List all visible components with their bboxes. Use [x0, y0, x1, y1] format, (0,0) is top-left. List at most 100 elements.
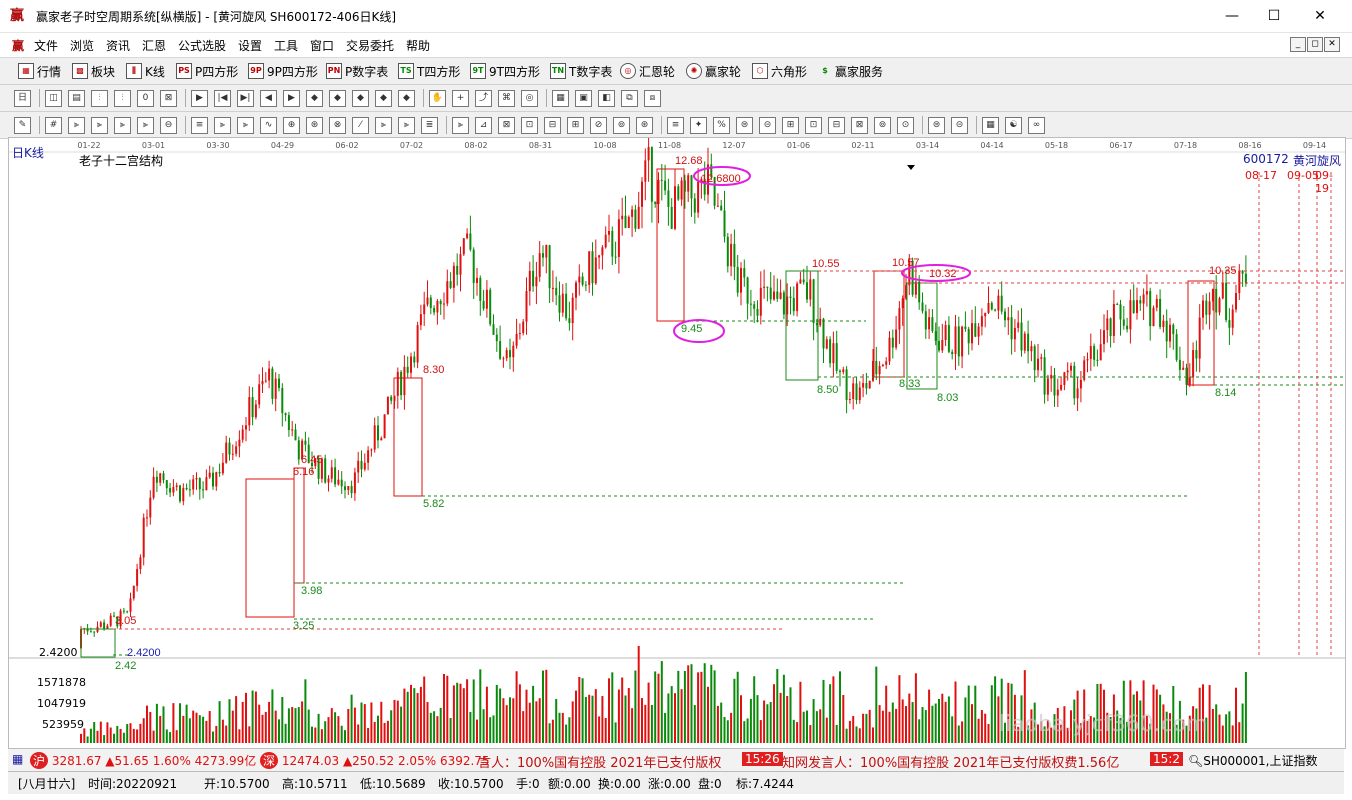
- tb-huien-wheel-button[interactable]: ◎ 汇恩轮: [620, 61, 675, 81]
- tool-33-icon[interactable]: ⊡: [805, 117, 822, 134]
- kline-chart[interactable]: 01-22 03-01 03-30 04-29 06-02 07-02 08-02 08-31…: [9, 138, 1345, 748]
- calendar-icon[interactable]: ▦: [552, 90, 569, 107]
- zigzag-icon[interactable]: ⤴: [475, 90, 492, 107]
- menu-info[interactable]: 资讯: [106, 37, 130, 54]
- tb-quotes-button[interactable]: ▦ 行情: [18, 61, 61, 81]
- bars2-icon[interactable]: ⫶: [114, 90, 131, 107]
- tool-29-icon[interactable]: %: [713, 117, 730, 134]
- tool-8-icon[interactable]: ⫸: [214, 117, 231, 134]
- copy-icon[interactable]: ⧉: [621, 90, 638, 107]
- tb-9tsquare-button[interactable]: 9T 9T四方形: [470, 61, 540, 81]
- command-icon[interactable]: ⌘: [498, 90, 515, 107]
- tool-14-icon[interactable]: ⁄: [352, 117, 369, 134]
- tool-20-icon[interactable]: ⊠: [498, 117, 515, 134]
- menu-tools[interactable]: 工具: [274, 37, 298, 54]
- diamond4-icon[interactable]: ◆: [375, 90, 392, 107]
- tool-15-icon[interactable]: ⫸: [375, 117, 392, 134]
- tool-9-icon[interactable]: ⫸: [237, 117, 254, 134]
- flag-icon[interactable]: ▶: [191, 90, 208, 107]
- tb-ptable-button[interactable]: PN P数字表: [326, 61, 388, 81]
- app-menu-icon[interactable]: 赢: [12, 37, 24, 54]
- mdi-minimize-button[interactable]: _: [1290, 37, 1306, 52]
- calc-icon[interactable]: ▣: [575, 90, 592, 107]
- minimize-button[interactable]: —: [1212, 4, 1252, 28]
- menu-trade[interactable]: 交易委托: [346, 37, 394, 54]
- tb-psquare-button[interactable]: PS P四方形: [176, 61, 238, 81]
- tool-1-icon[interactable]: #: [45, 117, 62, 134]
- tool-3-icon[interactable]: ⫸: [91, 117, 108, 134]
- last-icon[interactable]: ▶|: [237, 90, 254, 107]
- tool-18-icon[interactable]: ⫸: [452, 117, 469, 134]
- tool-36-icon[interactable]: ⊚: [874, 117, 891, 134]
- menu-browse[interactable]: 浏览: [70, 37, 94, 54]
- tool-19-icon[interactable]: ⊿: [475, 117, 492, 134]
- tool-27-icon[interactable]: ≡: [667, 117, 684, 134]
- tool-13-icon[interactable]: ⊗: [329, 117, 346, 134]
- tool-7-icon[interactable]: ≡: [191, 117, 208, 134]
- mdi-restore-button[interactable]: ◻: [1307, 37, 1323, 52]
- menu-huien[interactable]: 汇恩: [142, 37, 166, 54]
- mdi-close-button[interactable]: ✕: [1324, 37, 1340, 52]
- tool-38-icon[interactable]: ⊜: [928, 117, 945, 134]
- tool-37-icon[interactable]: ⊙: [897, 117, 914, 134]
- next-icon[interactable]: ▶: [283, 90, 300, 107]
- hand-icon[interactable]: ✋: [429, 90, 446, 107]
- diamond2-icon[interactable]: ◆: [329, 90, 346, 107]
- tb-winner-wheel-button[interactable]: ✺ 赢家轮: [686, 61, 741, 81]
- sz-index-block[interactable]: 深 12474.03 ▲250.52 2.05% 6392.75: [260, 752, 490, 769]
- draw-icon[interactable]: ◫: [45, 90, 62, 107]
- tool-42-icon[interactable]: ∞: [1028, 117, 1045, 134]
- tool-40-icon[interactable]: ▦: [982, 117, 999, 134]
- menu-window[interactable]: 窗口: [310, 37, 334, 54]
- prev-icon[interactable]: ◀: [260, 90, 277, 107]
- tb-hexagon-button[interactable]: ⬡ 六角形: [752, 61, 807, 81]
- tool-23-icon[interactable]: ⊞: [567, 117, 584, 134]
- menu-formula[interactable]: 公式选股: [178, 37, 226, 54]
- tool-11-icon[interactable]: ⊕: [283, 117, 300, 134]
- crosshair-icon[interactable]: +: [452, 90, 469, 107]
- tool-25-icon[interactable]: ⊚: [613, 117, 630, 134]
- tool-24-icon[interactable]: ⊘: [590, 117, 607, 134]
- save-icon[interactable]: ◧: [598, 90, 615, 107]
- tb-kline-button[interactable]: ⫼ K线: [126, 61, 165, 81]
- menu-grid-icon[interactable]: ▦: [12, 752, 23, 766]
- menu-help[interactable]: 帮助: [406, 37, 430, 54]
- tool-31-icon[interactable]: ⊝: [759, 117, 776, 134]
- diamond3-icon[interactable]: ◆: [352, 90, 369, 107]
- menu-file[interactable]: 文件: [34, 37, 58, 54]
- sh-index-block[interactable]: 沪 3281.67 ▲51.65 1.60% 4273.99亿: [30, 752, 256, 769]
- kline-chart-panel[interactable]: 01-22 03-01 03-30 04-29 06-02 07-02 08-02 08-31…: [8, 137, 1346, 749]
- tool-6-icon[interactable]: ⊖: [160, 117, 177, 134]
- tool-10-icon[interactable]: ∿: [260, 117, 277, 134]
- tb-blocks-button[interactable]: ▩ 板块: [72, 61, 115, 81]
- tool-26-icon[interactable]: ⊛: [636, 117, 653, 134]
- maximize-button[interactable]: ☐: [1254, 4, 1294, 28]
- tool-2-icon[interactable]: ⫸: [68, 117, 85, 134]
- bars-icon[interactable]: ⫶: [91, 90, 108, 107]
- close-button[interactable]: ✕: [1300, 4, 1340, 28]
- first-icon[interactable]: |◀: [214, 90, 231, 107]
- tool-35-icon[interactable]: ⊠: [851, 117, 868, 134]
- tb-service-button[interactable]: $ 赢家服务: [818, 61, 883, 81]
- news-ticker-1[interactable]: 言人：100%国有控股 2021年已支付版权: [478, 752, 721, 771]
- tool-41-icon[interactable]: ☯: [1005, 117, 1022, 134]
- list-icon[interactable]: ▤: [68, 90, 85, 107]
- index-selector[interactable]: 🔍︎SH000001,上证指数: [1188, 752, 1318, 769]
- tool-0-icon[interactable]: ✎: [14, 117, 31, 134]
- tool-22-icon[interactable]: ⊟: [544, 117, 561, 134]
- tb-9psquare-button[interactable]: 9P 9P四方形: [248, 61, 318, 81]
- tool-30-icon[interactable]: ⊜: [736, 117, 753, 134]
- news-ticker-2[interactable]: 知网发言人：100%国有控股 2021年已支付版权费1.56亿: [782, 752, 1119, 771]
- tb-ttable-button[interactable]: TN T数字表: [550, 61, 612, 81]
- print-icon[interactable]: ⧈: [644, 90, 661, 107]
- cross-icon[interactable]: ⊠: [160, 90, 177, 107]
- zero-icon[interactable]: 0: [137, 90, 154, 107]
- diamond1-icon[interactable]: ◆: [306, 90, 323, 107]
- diamond5-icon[interactable]: ◆: [398, 90, 415, 107]
- tool-34-icon[interactable]: ⊟: [828, 117, 845, 134]
- tool-16-icon[interactable]: ⫸: [398, 117, 415, 134]
- tool-39-icon[interactable]: ⊝: [951, 117, 968, 134]
- period-icon[interactable]: 日: [14, 90, 31, 107]
- tool-21-icon[interactable]: ⊡: [521, 117, 538, 134]
- tool-12-icon[interactable]: ⊛: [306, 117, 323, 134]
